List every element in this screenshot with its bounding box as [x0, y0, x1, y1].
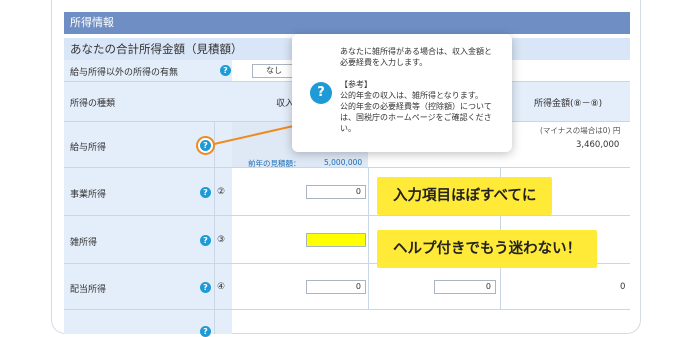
- callout-no-confusion: ヘルプ付きでもう迷わない！: [377, 230, 598, 268]
- info-icon: ?: [310, 82, 332, 104]
- popup-line: 公的年金の必要経費等（控除額）について: [340, 102, 492, 111]
- popup-line: 必要経費を入力します。: [340, 58, 428, 67]
- callout-help-everywhere: 入力項目ほぼすべてに: [377, 177, 553, 215]
- help-popup: ? あなたに雑所得がある場合は、収入金額と 必要経費を入力します。 【参考】 公…: [292, 34, 512, 152]
- popup-line: 【参考】: [340, 80, 372, 89]
- popup-line: い。: [340, 124, 356, 133]
- popup-line: 公的年金の収入は、雑所得となります。: [340, 91, 483, 100]
- popup-line: あなたに雑所得がある場合は、収入金額と: [340, 47, 492, 56]
- popup-line: は、国税庁のホームページをご確認くださ: [340, 113, 492, 122]
